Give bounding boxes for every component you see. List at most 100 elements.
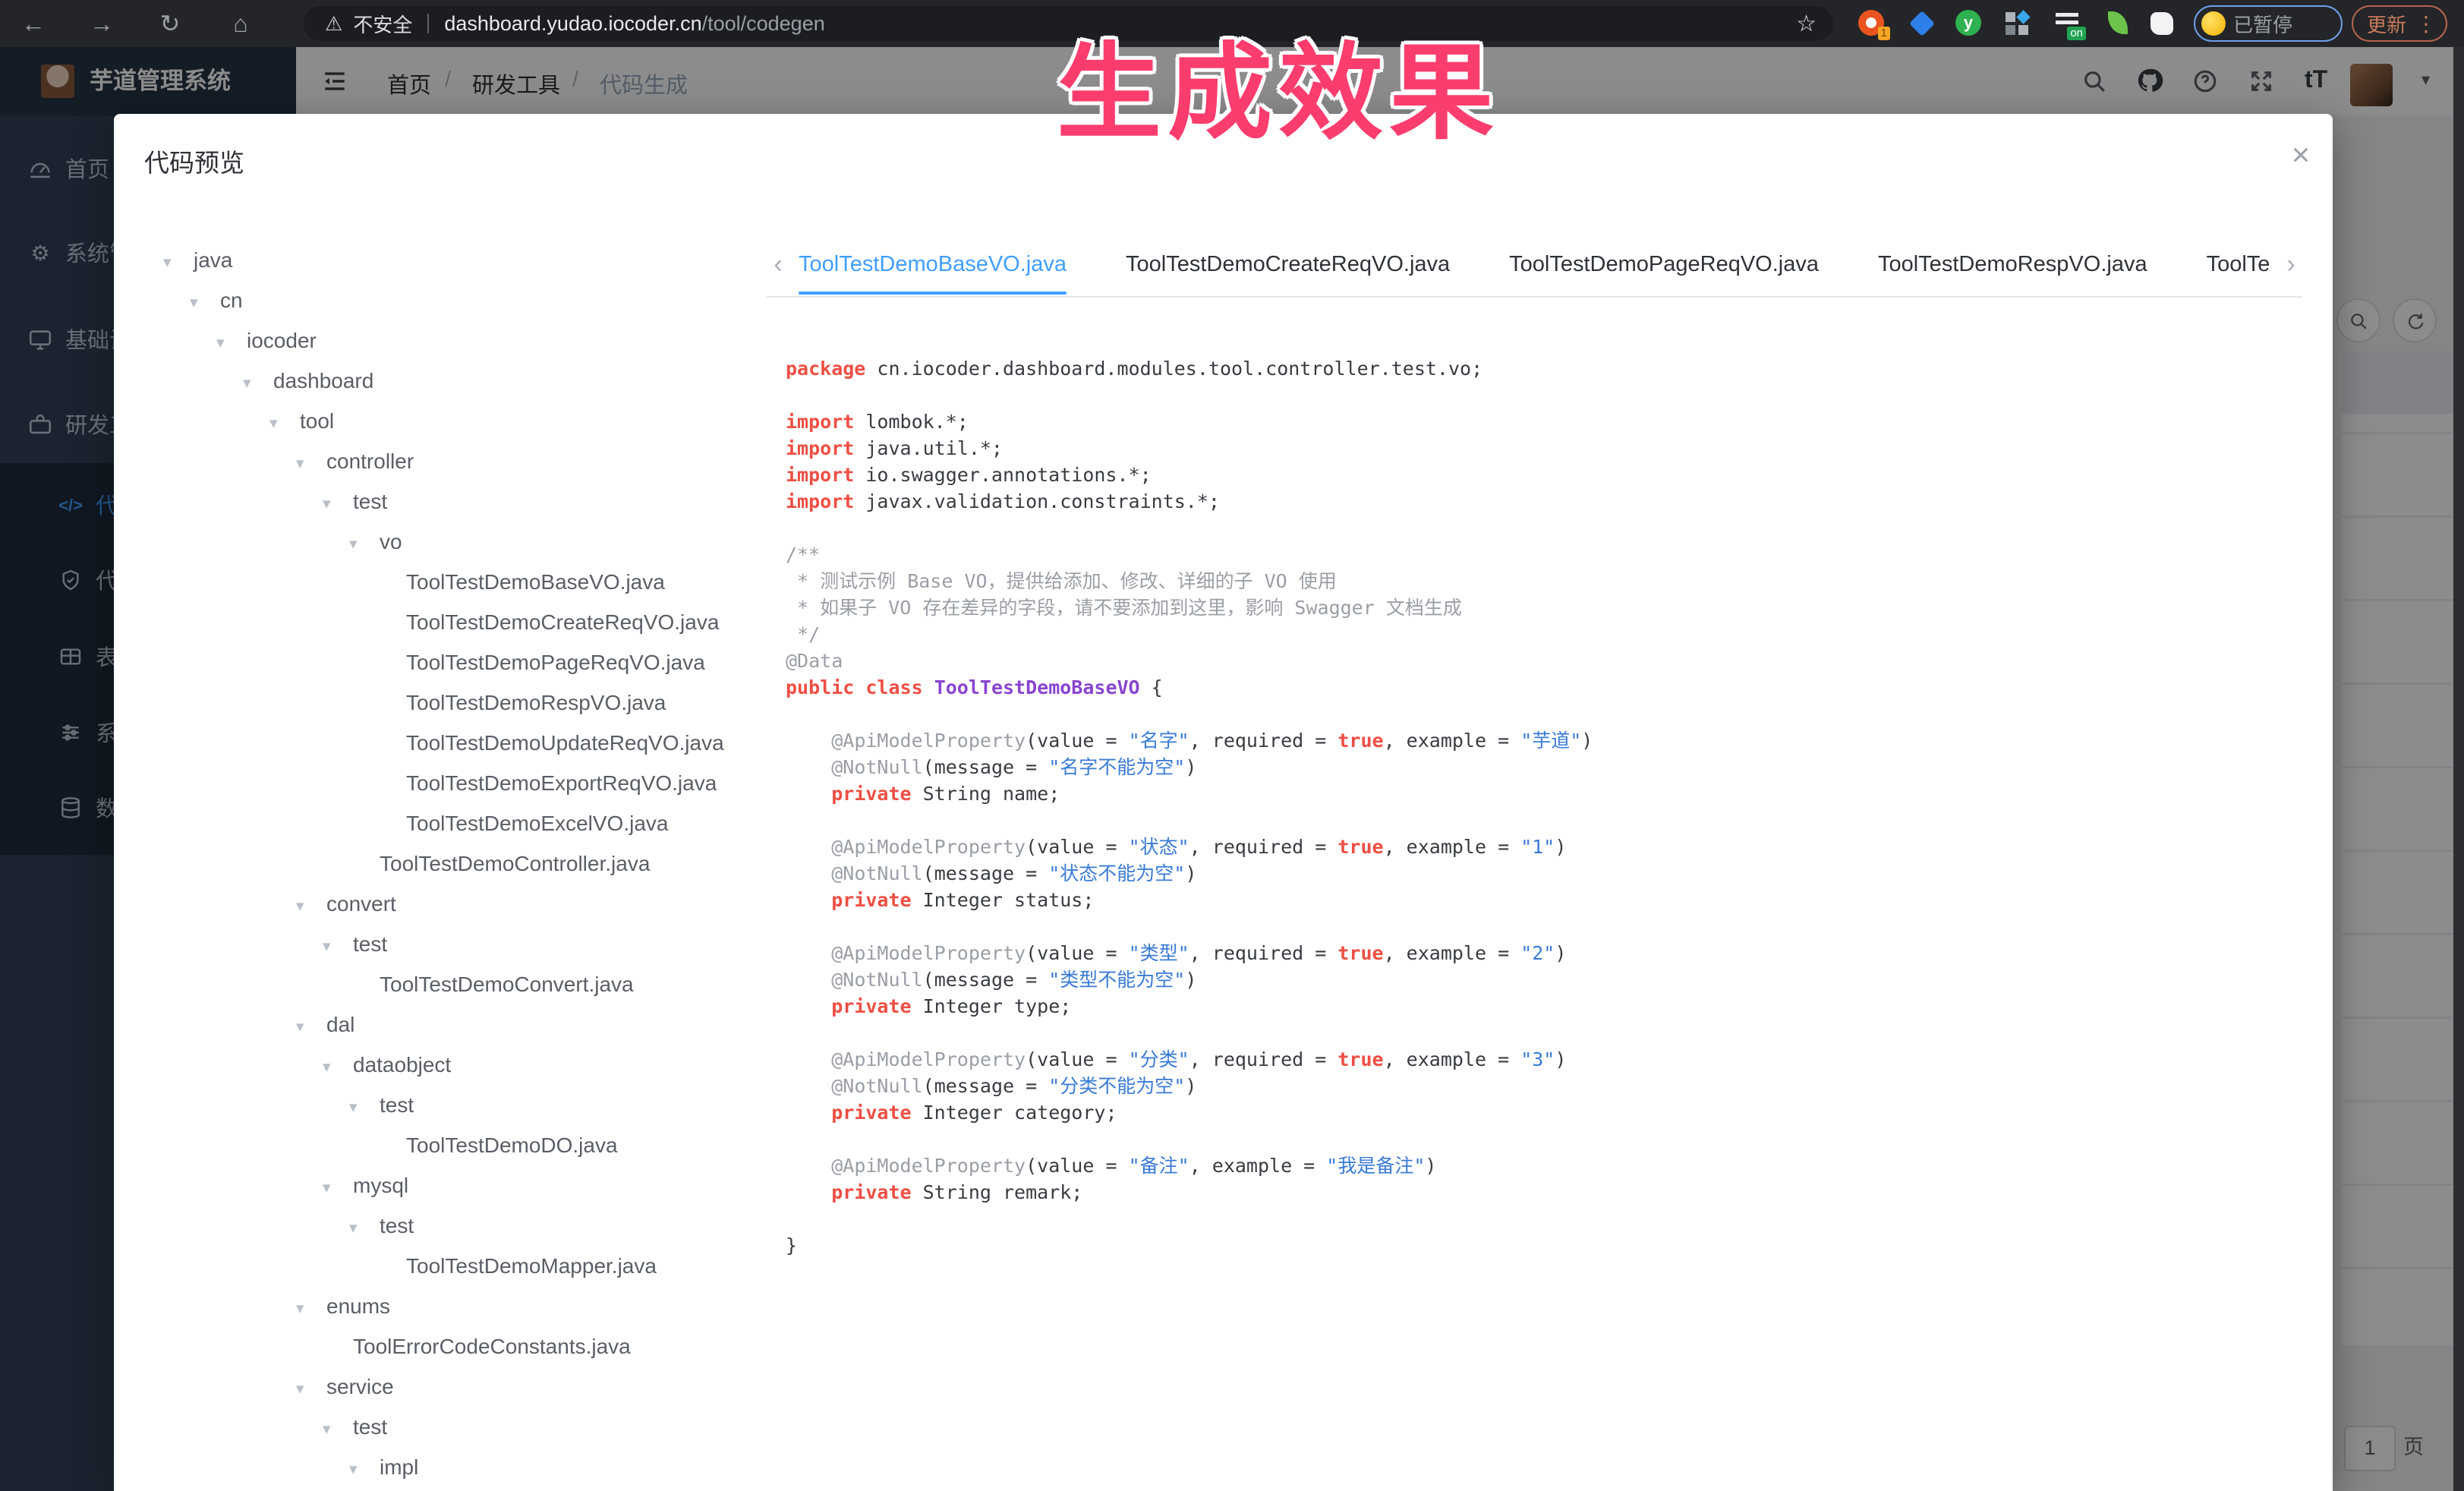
caret-down-icon[interactable]: ▾	[323, 1168, 353, 1208]
caret-down-icon[interactable]: ▾	[163, 242, 194, 282]
extension-y-icon[interactable]: y	[1955, 10, 1983, 37]
caret-down-icon[interactable]: ▾	[349, 1449, 380, 1489]
caret-down-icon[interactable]: ▾	[349, 524, 380, 564]
tree-file[interactable]: ToolTestDemoUpdateReqVO.java	[114, 723, 767, 763]
caret-down-icon[interactable]: ▾	[323, 1409, 353, 1449]
tree-file[interactable]: ToolTestDemoConvert.java	[114, 964, 767, 1004]
file-tree: ▾java▾cn▾iocoder▾dashboard▾tool▾controll…	[114, 240, 767, 1491]
caret-down-icon[interactable]: ▾	[296, 1369, 326, 1409]
caret-down-icon[interactable]: ▾	[323, 1047, 353, 1087]
browser-scrollbar[interactable]	[2453, 47, 2464, 1491]
tree-label: dashboard	[273, 369, 373, 392]
url-host[interactable]: dashboard.yudao.iocoder.cn	[444, 12, 701, 36]
extension-badge-on: on	[2067, 27, 2086, 40]
tree-label: test	[353, 1415, 387, 1439]
extension-list-icon[interactable]: on	[2054, 10, 2081, 37]
tree-file[interactable]: ToolTestDemoController.java	[114, 843, 767, 884]
forward-icon[interactable]: →	[85, 0, 118, 47]
tree-folder[interactable]: ▾dataobject	[114, 1045, 767, 1085]
tree-file[interactable]: ToolTestDemoPageReqVO.java	[114, 642, 767, 682]
caret-down-icon[interactable]: ▾	[323, 926, 353, 966]
tabs-scroll-left-icon[interactable]: ‹	[767, 234, 789, 295]
tree-folder[interactable]: ▾test	[114, 481, 767, 522]
tree-folder[interactable]: ▾vo	[114, 522, 767, 562]
caret-down-icon[interactable]: ▾	[190, 282, 220, 323]
code-line: @ApiModelProperty(value = "状态", required…	[786, 834, 2304, 860]
tree-label: convert	[326, 892, 396, 916]
code-line	[786, 515, 2304, 541]
browser-update-button[interactable]: 更新 ⋮	[2352, 5, 2447, 42]
code-line: * 如果子 VO 存在差异的字段，请不要添加到这里，影响 Swagger 文档生…	[786, 594, 2304, 621]
tab-file[interactable]: ToolTe	[2207, 234, 2270, 295]
tree-file[interactable]: ToolTestDemoRespVO.java	[114, 682, 767, 723]
tree-file[interactable]: ToolTestDemoBaseVO.java	[114, 562, 767, 602]
caret-down-icon[interactable]: ▾	[323, 484, 353, 524]
caret-down-icon[interactable]: ▾	[243, 363, 273, 403]
extension-sprout-icon[interactable]	[2104, 10, 2132, 37]
tree-file[interactable]: ToolTestDemoMapper.java	[114, 1246, 767, 1286]
tree-file[interactable]: ToolTestDemoDO.java	[114, 1125, 767, 1165]
tree-folder[interactable]: ▾convert	[114, 884, 767, 924]
tree-folder[interactable]: ▾test	[114, 1206, 767, 1246]
code-preview-dialog: 代码预览 × ▾java▾cn▾iocoder▾dashboard▾tool▾c…	[114, 114, 2333, 1491]
browser-menu-dots-icon[interactable]: ⋮	[2415, 11, 2437, 36]
tab-file[interactable]: ToolTestDemoRespVO.java	[1878, 234, 2147, 295]
tabs-scroll-right-icon[interactable]: ›	[2280, 234, 2302, 295]
caret-down-icon[interactable]: ▾	[296, 443, 326, 484]
tree-folder[interactable]: ▾java	[114, 240, 767, 280]
tree-file[interactable]: ToolTestDemoCreateReqVO.java	[114, 602, 767, 642]
tree-folder[interactable]: ▾test	[114, 924, 767, 964]
url-path[interactable]: /tool/codegen	[702, 12, 825, 36]
caret-down-icon[interactable]: ▾	[269, 403, 300, 443]
tree-folder[interactable]: ▾iocoder	[114, 320, 767, 361]
tree-folder[interactable]: ▾dal	[114, 1004, 767, 1045]
tab-file[interactable]: ToolTestDemoBaseVO.java	[799, 234, 1067, 295]
bookmark-star-icon[interactable]: ☆	[1796, 11, 1816, 37]
tree-folder[interactable]: ▾controller	[114, 441, 767, 481]
caret-down-icon[interactable]: ▾	[349, 1087, 380, 1127]
code-view[interactable]: package cn.iocoder.dashboard.modules.too…	[786, 355, 2304, 1479]
tree-folder[interactable]: ▾test	[114, 1407, 767, 1447]
tab-file[interactable]: ToolTestDemoPageReqVO.java	[1509, 234, 1819, 295]
omnibox-divider	[427, 14, 429, 33]
caret-down-icon[interactable]: ▾	[216, 323, 247, 363]
code-line	[786, 382, 2304, 408]
tree-file[interactable]: ToolTestDemoExcelVO.java	[114, 803, 767, 843]
caret-down-icon[interactable]: ▾	[296, 886, 326, 926]
profile-paused-chip[interactable]: 已暂停	[2194, 5, 2343, 42]
tree-folder[interactable]: ▾test	[114, 1085, 767, 1125]
caret-down-icon[interactable]: ▾	[296, 1007, 326, 1047]
tree-file[interactable]: ToolErrorCodeConstants.java	[114, 1326, 767, 1366]
extension-orange-icon[interactable]: 1	[1858, 10, 1886, 37]
file-tabs: ‹ ToolTestDemoBaseVO.java ToolTestDemoCr…	[767, 234, 2302, 298]
tree-file[interactable]: ToolTestDemoServiceImpl.java	[114, 1487, 767, 1491]
security-label[interactable]: 不安全	[353, 10, 412, 38]
tab-file[interactable]: ToolTestDemoCreateReqVO.java	[1126, 234, 1450, 295]
tree-folder[interactable]: ▾enums	[114, 1286, 767, 1326]
tree-label: controller	[326, 449, 414, 473]
home-icon[interactable]: ⌂	[224, 0, 257, 47]
code-line: @NotNull(message = "类型不能为空")	[786, 966, 2304, 993]
tree-folder[interactable]: ▾tool	[114, 401, 767, 441]
tree-folder[interactable]: ▾dashboard	[114, 361, 767, 401]
caret-down-icon[interactable]: ▾	[296, 1288, 326, 1329]
tree-folder[interactable]: ▾cn	[114, 280, 767, 320]
reload-icon[interactable]: ↻	[153, 0, 187, 47]
code-line: private String remark;	[786, 1179, 2304, 1206]
close-icon[interactable]: ×	[2282, 137, 2320, 175]
tree-label: ToolTestDemoExcelVO.java	[406, 812, 668, 835]
tree-folder[interactable]: ▾impl	[114, 1447, 767, 1487]
annotation-banner: 生成效果	[1057, 8, 1500, 159]
extension-gem-icon[interactable]	[1908, 13, 1936, 40]
tree-folder[interactable]: ▾service	[114, 1366, 767, 1407]
extension-grid-icon[interactable]	[2006, 12, 2033, 39]
tree-label: ToolTestDemoRespVO.java	[406, 691, 666, 714]
extension-puzzle-icon[interactable]	[2148, 10, 2176, 37]
tree-label: test	[380, 1093, 414, 1117]
tree-folder[interactable]: ▾mysql	[114, 1165, 767, 1206]
tree-label: mysql	[353, 1174, 408, 1197]
caret-down-icon[interactable]: ▾	[349, 1208, 380, 1248]
back-icon[interactable]: ←	[17, 0, 50, 47]
code-line: import javax.validation.constraints.*;	[786, 488, 2304, 515]
tree-file[interactable]: ToolTestDemoExportReqVO.java	[114, 763, 767, 803]
